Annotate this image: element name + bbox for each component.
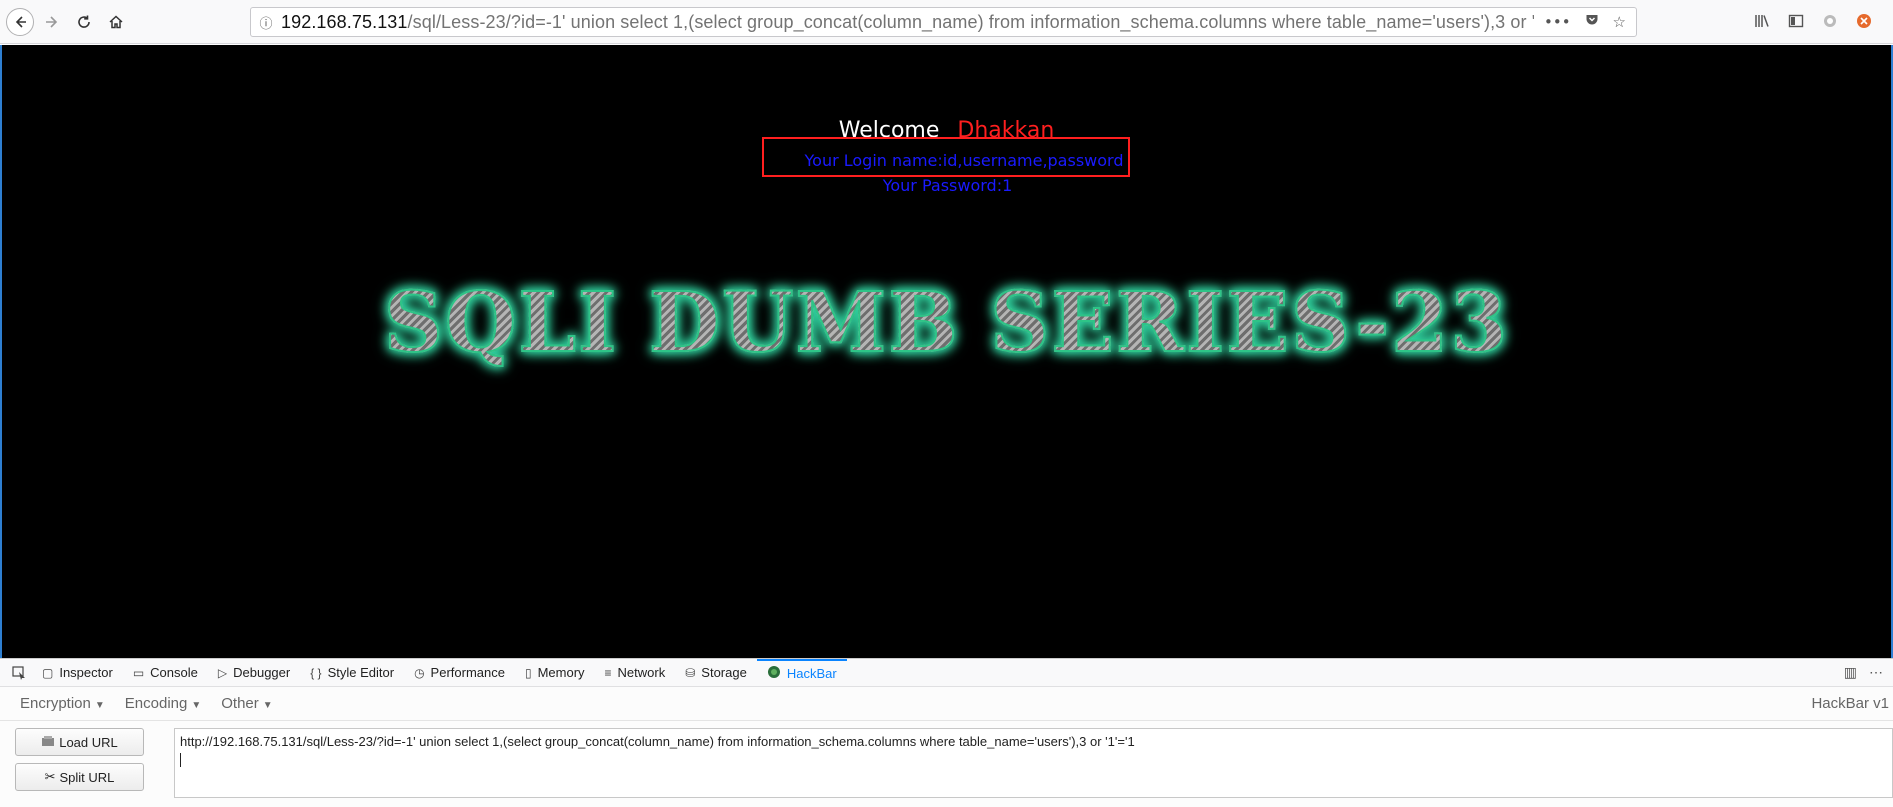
tab-label: Memory [537, 665, 585, 680]
hackbar-menu: Encryption ▼ Encoding ▼ Other ▼ HackBar v1 [0, 687, 1893, 721]
tab-inspector[interactable]: ▢ Inspector [32, 659, 123, 687]
tab-storage[interactable]: ⛁ Storage [675, 659, 757, 687]
reload-icon [78, 15, 90, 28]
devtools-panel: ▢ Inspector ▭ Console ▷ Debugger { } Style E… [0, 658, 1893, 807]
caret-down-icon: ▼ [262, 700, 273, 711]
library-icon[interactable] [1753, 12, 1771, 30]
hackbar-body: Load URL ✂ Split URL http://192.168.75.1… [0, 721, 1893, 807]
hackbar-icon [767, 665, 781, 682]
forward-button[interactable] [38, 8, 66, 36]
tab-label: HackBar [786, 666, 837, 681]
button-label: Load URL [59, 734, 118, 750]
load-url-button[interactable]: Load URL [15, 728, 144, 756]
menu-encoding[interactable]: Encoding ▼ [125, 695, 201, 712]
bookmark-star-icon[interactable]: ☆ [1613, 13, 1626, 31]
pocket-icon[interactable] [1585, 13, 1599, 31]
debugger-icon: ▷ [217, 665, 228, 680]
console-icon: ▭ [132, 665, 145, 680]
storage-icon: ⛁ [685, 665, 696, 680]
memory-icon: ▯ [524, 665, 532, 680]
performance-icon: ◷ [414, 665, 425, 680]
tab-label: Network [617, 665, 666, 680]
back-button[interactable] [6, 8, 34, 36]
devtools-tabbar: ▢ Inspector ▭ Console ▷ Debugger { } Style E… [0, 658, 1893, 687]
element-picker-icon[interactable] [6, 665, 32, 680]
dock-side-icon[interactable]: ▥ [1844, 664, 1857, 681]
tab-network[interactable]: ≡ Network [595, 659, 676, 687]
caret-down-icon: ▼ [191, 700, 202, 711]
menu-label: Encoding [124, 695, 188, 712]
sidebar-icon[interactable] [1787, 12, 1805, 30]
password-text: Your Password:1 [882, 176, 1013, 195]
url-text[interactable]: 192.168.75.131/sql/Less-23/?id=-1' union… [281, 12, 1534, 33]
menu-encryption[interactable]: Encryption ▼ [20, 695, 105, 712]
load-url-icon [41, 735, 55, 750]
browser-toolbar: ⓘ 192.168.75.131/sql/Less-23/?id=-1' uni… [0, 0, 1893, 44]
tab-label: Style Editor [327, 665, 395, 680]
hackbar-version: HackBar v1 [1811, 695, 1889, 712]
scissors-icon: ✂ [44, 769, 56, 784]
tab-style-editor[interactable]: { } Style Editor [300, 659, 404, 687]
site-info-icon[interactable]: ⓘ [251, 13, 281, 32]
menu-other[interactable]: Other ▼ [221, 695, 272, 712]
arrow-left-icon [15, 16, 26, 28]
page-viewport: Welcome Dhakkan Your Login name:id,userna… [0, 45, 1893, 658]
hackbar-url-textarea[interactable]: http://192.168.75.131/sql/Less-23/?id=-1… [174, 728, 1893, 798]
menu-label: Other [221, 695, 259, 712]
devtools-menu-icon[interactable]: ⋯ [1869, 664, 1883, 681]
tab-hackbar[interactable]: HackBar [756, 658, 847, 687]
home-icon [109, 15, 123, 29]
caret-down-icon: ▼ [94, 700, 105, 711]
tab-label: Debugger [233, 665, 291, 680]
url-host: 192.168.75.131 [281, 11, 408, 32]
url-bar[interactable]: ⓘ 192.168.75.131/sql/Less-23/?id=-1' uni… [250, 7, 1637, 37]
network-icon: ≡ [604, 665, 612, 680]
menu-label: Encryption [20, 695, 91, 712]
title-banner: SQLI DUMB SERIES-23 [2, 274, 1891, 372]
inspector-icon: ▢ [42, 665, 54, 680]
tab-label: Performance [430, 665, 505, 680]
tab-memory[interactable]: ▯ Memory [515, 659, 595, 687]
tab-console[interactable]: ▭ Console [123, 659, 208, 687]
reload-button[interactable] [70, 8, 98, 36]
hackbar-url-text: http://192.168.75.131/sql/Less-23/?id=-1… [180, 734, 1135, 749]
tab-label: Inspector [59, 665, 113, 680]
banner-text: SQLI DUMB SERIES-23 [383, 274, 1510, 372]
extension-hackbar-icon[interactable] [1855, 12, 1873, 30]
tab-label: Storage [701, 665, 747, 680]
url-path: /sql/Less-23/?id=-1' union select 1,(sel… [407, 11, 1534, 32]
extension-circle-icon[interactable] [1821, 12, 1839, 30]
arrow-right-icon [46, 16, 58, 28]
tab-debugger[interactable]: ▷ Debugger [208, 659, 300, 687]
split-url-button[interactable]: ✂ Split URL [15, 763, 144, 791]
tab-performance[interactable]: ◷ Performance [404, 659, 515, 687]
tab-label: Console [150, 665, 198, 680]
home-button[interactable] [102, 8, 130, 36]
button-label: Split URL [59, 769, 115, 785]
style-editor-icon: { } [310, 665, 322, 680]
login-name-text: Your Login name:id,username,password [804, 151, 1124, 170]
page-actions-icon[interactable]: ••• [1544, 13, 1571, 31]
text-cursor [180, 753, 181, 767]
